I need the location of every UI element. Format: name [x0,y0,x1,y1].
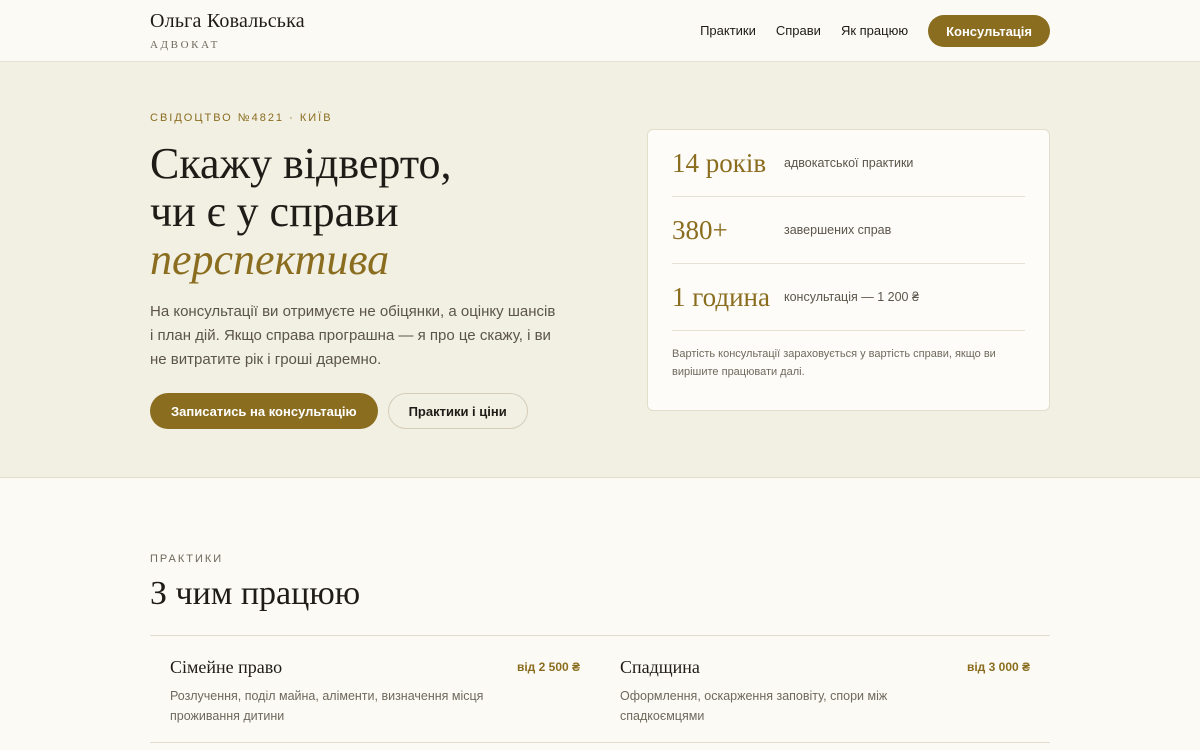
site-header: Ольга Ковальська АДВОКАТ Практики Справи… [0,0,1200,62]
hero-title-accent: перспектива [150,235,390,284]
stat-value: 1 година [672,281,770,312]
practice-price: від 3 000 ₴ [966,660,1030,674]
hero-title: Скажу відверто, чи є у справи перспектив… [150,140,610,284]
practice-card-inheritance[interactable]: Спадщина від 3 000 ₴ Оформлення, оскарже… [600,636,1050,742]
practice-description: Розлучення, поділ майна, аліменти, визна… [170,689,484,723]
stat-row: 14 років адвокатської практики [672,130,1025,197]
book-consultation-button[interactable]: Записатись на консультацію [150,393,378,429]
hero-section: СВІДОЦТВО №4821 · КИЇВ Скажу відверто, ч… [0,62,1200,478]
brand[interactable]: Ольга Ковальська АДВОКАТ [150,9,305,52]
hero-title-line-1: Скажу відверто, [150,139,452,188]
license-eyebrow: СВІДОЦТВО №4821 · КИЇВ [150,112,333,124]
practices-title: З чим працюю [150,575,361,612]
hero-title-line-2: чи є у справи [150,187,399,236]
hero-actions: Записатись на консультацію Практики і ці… [150,393,528,429]
stat-row: 1 година консультація — 1 200 ₴ [672,264,1025,331]
stat-label: консультація — 1 200 ₴ [784,290,919,304]
consultation-fee-note: Вартість консультації зараховується у ва… [672,348,996,378]
stat-value: 380+ [672,214,728,245]
practices-prices-button[interactable]: Практики і ціни [387,393,528,429]
brand-name: Ольга Ковальська [150,10,305,32]
practice-description: Оформлення, оскарження заповіту, спори м… [620,689,888,723]
hero-lead: На консультації ви отримуєте не обіцянки… [150,303,556,368]
practices-list: Сімейне право від 2 500 ₴ Розлучення, по… [150,635,1050,743]
nav-link-practices[interactable]: Практики [700,15,756,47]
stat-row: 380+ завершених справ [672,197,1025,264]
main-nav: Практики Справи Як працюю Консультація [700,15,1050,47]
stat-label: завершених справ [784,223,892,237]
practices-eyebrow: ПРАКТИКИ [150,553,224,565]
stat-label: адвокатської практики [784,156,914,170]
stat-value: 14 років [672,147,767,178]
brand-role: АДВОКАТ [150,39,220,51]
nav-link-how-i-work[interactable]: Як працюю [841,15,908,47]
stats-card: 14 років адвокатської практики 380+ заве… [647,129,1050,411]
practice-price: від 2 500 ₴ [516,660,580,674]
consultation-button[interactable]: Консультація [928,15,1050,47]
practice-card-family-law[interactable]: Сімейне право від 2 500 ₴ Розлучення, по… [150,636,600,742]
nav-link-cases[interactable]: Справи [776,15,821,47]
